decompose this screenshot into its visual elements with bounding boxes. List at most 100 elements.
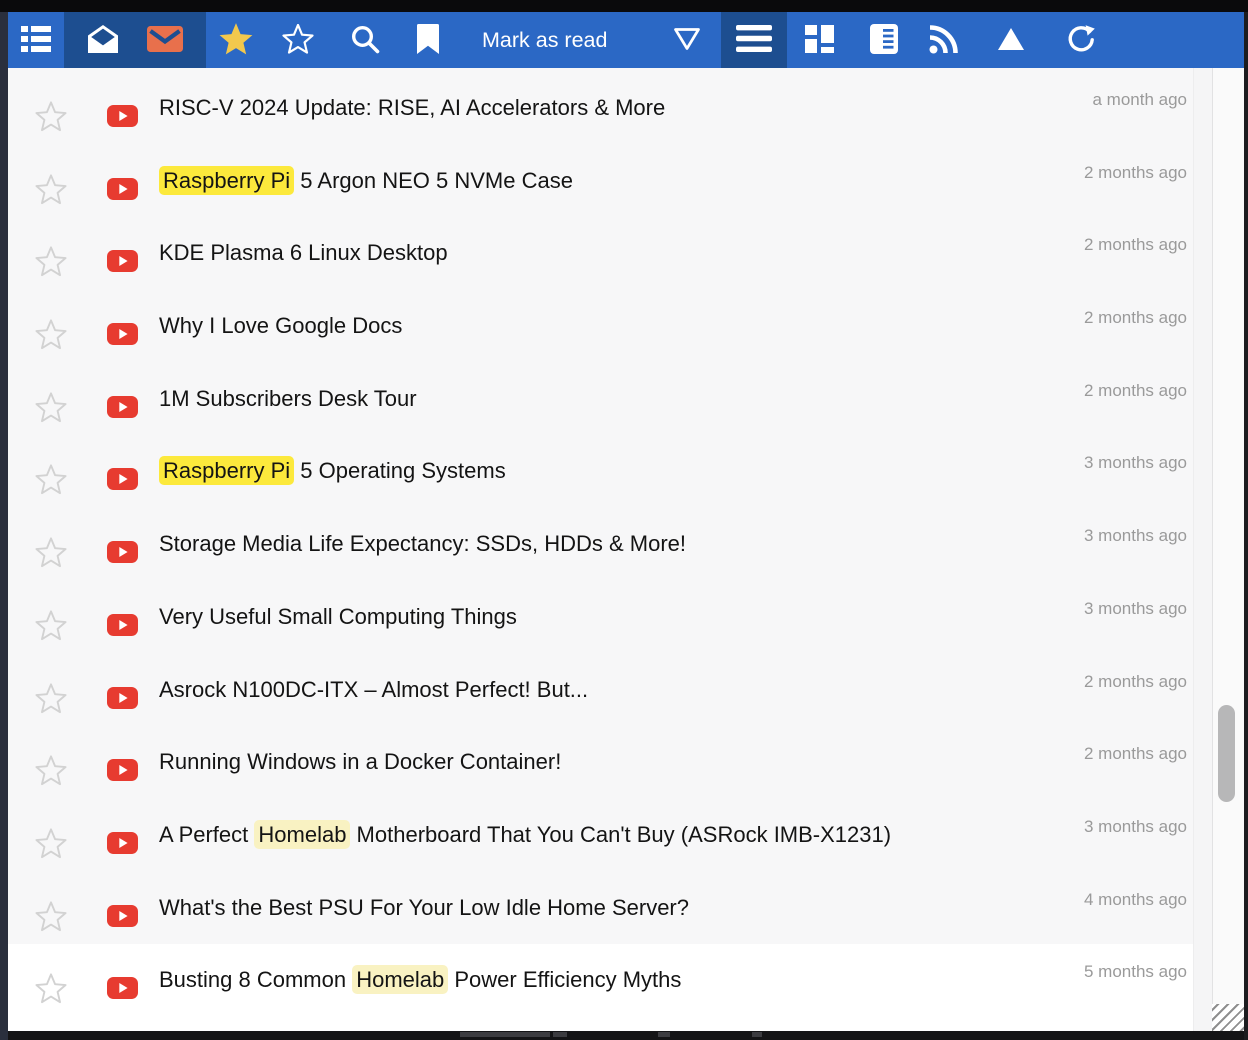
youtube-icon (107, 759, 138, 781)
star-toggle[interactable] (35, 901, 67, 932)
refresh-button[interactable] (1052, 12, 1108, 68)
list-view-button[interactable] (8, 12, 64, 68)
article-title[interactable]: KDE Plasma 6 Linux Desktop (159, 237, 448, 269)
search-icon (350, 24, 380, 57)
article-timestamp: 3 months ago (1084, 816, 1187, 838)
star-toggle[interactable] (35, 174, 67, 205)
youtube-icon (107, 687, 138, 709)
youtube-icon (107, 977, 138, 999)
article-title[interactable]: Busting 8 Common Homelab Power Efficienc… (159, 964, 681, 996)
article-list: RISC-V 2024 Update: RISE, AI Accelerator… (8, 68, 1193, 1032)
bookmark-icon (417, 24, 439, 57)
article-row[interactable]: A Perfect Homelab Motherboard That You C… (8, 799, 1193, 872)
star-filled-icon (218, 22, 254, 59)
youtube-icon (107, 250, 138, 272)
star-toggle[interactable] (35, 101, 67, 132)
unread-envelope-icon (147, 26, 183, 55)
window-top-edge (0, 0, 1248, 12)
menu-icon (736, 25, 772, 55)
article-title[interactable]: Raspberry Pi 5 Operating Systems (159, 455, 506, 487)
article-row[interactable]: Storage Media Life Expectancy: SSDs, HDD… (8, 508, 1193, 581)
article-title[interactable]: A Perfect Homelab Motherboard That You C… (159, 819, 891, 851)
star-toggle-button[interactable] (270, 12, 326, 68)
star-toggle[interactable] (35, 828, 67, 859)
article-timestamp: 2 months ago (1084, 162, 1187, 184)
dropdown-triangle-icon (673, 27, 701, 54)
refresh-icon (1065, 24, 1095, 57)
article-title[interactable]: Very Useful Small Computing Things (159, 601, 517, 633)
article-title[interactable]: Why I Love Google Docs (159, 310, 402, 342)
scroll-top-button[interactable] (983, 12, 1039, 68)
star-toggle[interactable] (35, 610, 67, 641)
article-view-button[interactable] (856, 12, 912, 68)
article-row[interactable]: What's the Best PSU For Your Low Idle Ho… (8, 872, 1193, 945)
window-left-edge (0, 0, 8, 1040)
article-timestamp: 2 months ago (1084, 307, 1187, 329)
article-row[interactable]: Asrock N100DC-ITX – Almost Perfect! But.… (8, 654, 1193, 727)
youtube-icon (107, 178, 138, 200)
article-row[interactable]: Raspberry Pi 5 Argon NEO 5 NVMe Case 2 m… (8, 145, 1193, 218)
article-timestamp: 5 months ago (1084, 961, 1187, 983)
youtube-icon (107, 832, 138, 854)
open-envelope-button[interactable] (75, 12, 131, 68)
star-toggle[interactable] (35, 246, 67, 277)
star-toggle[interactable] (35, 537, 67, 568)
article-rows: RISC-V 2024 Update: RISE, AI Accelerator… (8, 68, 1193, 1017)
article-title[interactable]: Raspberry Pi 5 Argon NEO 5 NVMe Case (159, 165, 573, 197)
article-row[interactable]: Why I Love Google Docs 2 months ago (8, 290, 1193, 363)
mark-as-read-button[interactable]: Mark as read (482, 12, 607, 68)
article-row[interactable]: KDE Plasma 6 Linux Desktop 2 months ago (8, 217, 1193, 290)
toolbar: Mark as read (8, 12, 1244, 68)
starred-filter-button[interactable] (208, 12, 264, 68)
youtube-icon (107, 905, 138, 927)
mark-as-read-dropdown[interactable] (659, 12, 715, 68)
article-row[interactable]: Raspberry Pi 5 Operating Systems 3 month… (8, 435, 1193, 508)
star-toggle[interactable] (35, 755, 67, 786)
article-view-icon (870, 24, 898, 57)
article-row[interactable]: Running Windows in a Docker Container! 2… (8, 726, 1193, 799)
youtube-icon (107, 323, 138, 345)
article-timestamp: 2 months ago (1084, 234, 1187, 256)
star-toggle[interactable] (35, 683, 67, 714)
list-view-icon (21, 25, 51, 56)
clipped-bottom-row (8, 1031, 1244, 1040)
article-title[interactable]: Storage Media Life Expectancy: SSDs, HDD… (159, 528, 686, 560)
scrollbar-track[interactable] (1212, 68, 1244, 1032)
article-timestamp: 2 months ago (1084, 671, 1187, 693)
article-timestamp: 3 months ago (1084, 525, 1187, 547)
article-row[interactable]: 1M Subscribers Desk Tour 2 months ago (8, 363, 1193, 436)
article-row[interactable]: Very Useful Small Computing Things 3 mon… (8, 581, 1193, 654)
search-button[interactable] (337, 12, 393, 68)
article-timestamp: 3 months ago (1084, 598, 1187, 620)
scrollbar-thumb[interactable] (1218, 705, 1235, 802)
article-title[interactable]: 1M Subscribers Desk Tour (159, 383, 417, 415)
open-envelope-icon (88, 25, 118, 56)
article-timestamp: a month ago (1092, 89, 1187, 111)
article-row[interactable]: RISC-V 2024 Update: RISE, AI Accelerator… (8, 72, 1193, 145)
bookmark-button[interactable] (400, 12, 456, 68)
article-timestamp: 4 months ago (1084, 889, 1187, 911)
grid-view-icon (805, 25, 834, 56)
star-toggle[interactable] (35, 973, 67, 1004)
youtube-icon (107, 468, 138, 490)
scroll-top-icon (997, 27, 1025, 54)
list-right-gutter (1193, 68, 1212, 1032)
unread-envelope-button[interactable] (137, 12, 193, 68)
youtube-icon (107, 541, 138, 563)
article-title[interactable]: Asrock N100DC-ITX – Almost Perfect! But.… (159, 674, 588, 706)
article-timestamp: 2 months ago (1084, 380, 1187, 402)
window-right-edge (1244, 0, 1248, 1040)
grid-view-button[interactable] (791, 12, 847, 68)
article-title[interactable]: RISC-V 2024 Update: RISE, AI Accelerator… (159, 92, 665, 124)
rss-button[interactable] (916, 12, 972, 68)
article-row[interactable]: Busting 8 Common Homelab Power Efficienc… (8, 944, 1193, 1017)
resize-grip[interactable] (1212, 1004, 1244, 1031)
star-toggle[interactable] (35, 464, 67, 495)
star-toggle[interactable] (35, 319, 67, 350)
menu-button[interactable] (726, 12, 782, 68)
article-title[interactable]: Running Windows in a Docker Container! (159, 746, 561, 778)
article-title[interactable]: What's the Best PSU For Your Low Idle Ho… (159, 892, 689, 924)
article-timestamp: 3 months ago (1084, 452, 1187, 474)
youtube-icon (107, 614, 138, 636)
star-toggle[interactable] (35, 392, 67, 423)
